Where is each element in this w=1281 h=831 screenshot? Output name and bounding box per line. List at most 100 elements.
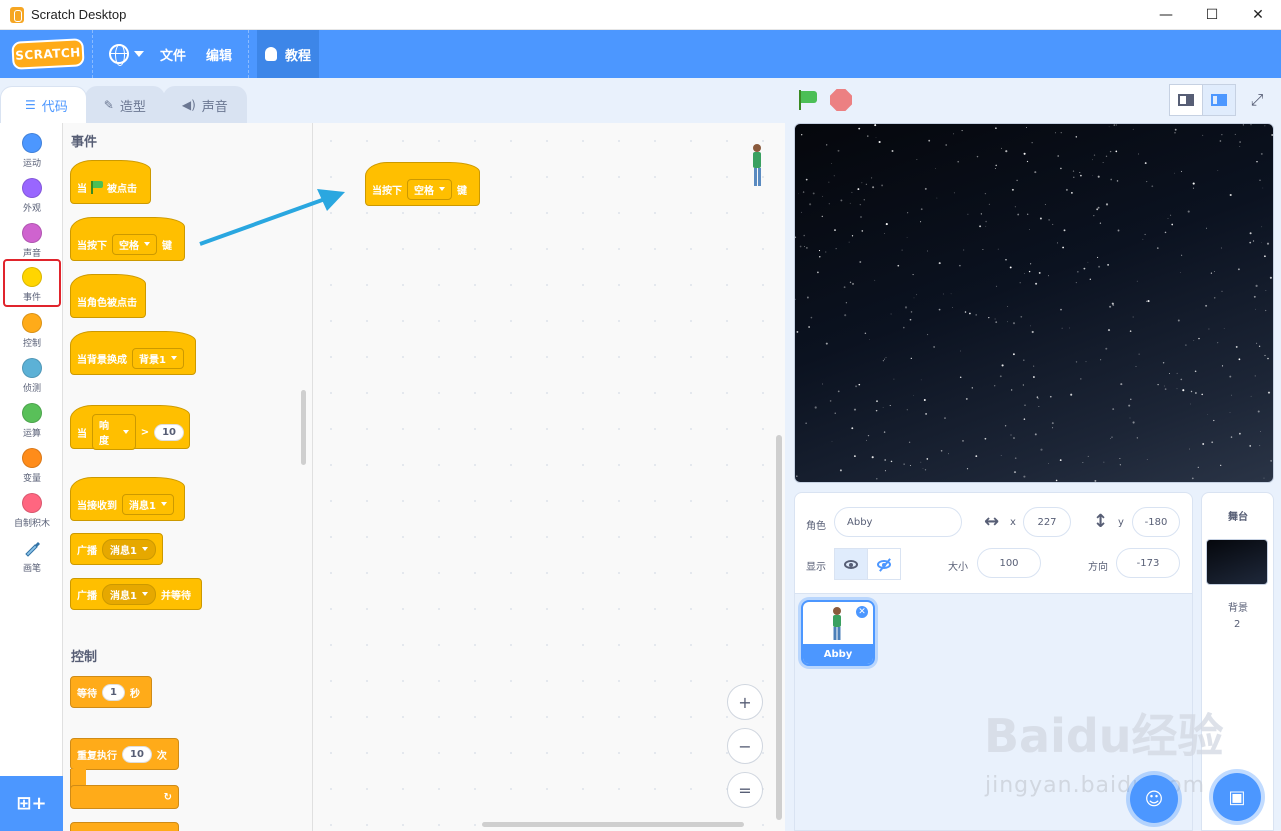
- broadcast-and-wait-block[interactable]: 广播 消息1 并等待: [70, 578, 202, 610]
- star: [1037, 398, 1039, 400]
- star: [849, 281, 852, 284]
- speaker-icon: ◀): [181, 98, 196, 112]
- script-area[interactable]: 当按下 空格 键: [313, 123, 785, 831]
- script-when-key-pressed-block[interactable]: 当按下 空格 键: [365, 162, 480, 206]
- stage-backdrop-thumbnail[interactable]: [1206, 539, 1268, 585]
- category-my-blocks[interactable]: 自制积木: [3, 487, 61, 531]
- show-sprite-toggle[interactable]: [834, 548, 868, 580]
- variables-dot-icon: [22, 448, 42, 468]
- category-pen[interactable]: 画笔: [3, 532, 61, 576]
- category-motion[interactable]: 运动: [3, 127, 61, 171]
- star: [874, 279, 876, 281]
- when-loudness-greater-block[interactable]: 当 响度 > 10: [70, 405, 190, 450]
- when-backdrop-switches-block[interactable]: 当背景换成 背景1: [70, 331, 196, 375]
- star: [995, 321, 998, 323]
- close-button[interactable]: ✕: [1235, 0, 1281, 30]
- script-horizontal-scrollbar[interactable]: [482, 822, 744, 827]
- script-key-dropdown[interactable]: 空格: [407, 178, 452, 200]
- star: [1192, 187, 1195, 189]
- zoom-out-button[interactable]: −: [727, 728, 763, 764]
- maximize-button[interactable]: ☐: [1189, 0, 1235, 30]
- category-events[interactable]: 事件: [3, 259, 61, 307]
- script-vertical-scrollbar[interactable]: [776, 435, 782, 820]
- wait-seconds-input[interactable]: 1: [102, 683, 125, 701]
- zoom-reset-button[interactable]: =: [727, 772, 763, 808]
- star: [906, 237, 908, 238]
- wait-block[interactable]: 等待 1 秒: [70, 676, 152, 708]
- category-sensing[interactable]: 侦测: [3, 352, 61, 396]
- choose-sprite-button[interactable]: ☺: [1130, 775, 1178, 823]
- y-position-input[interactable]: -180: [1132, 507, 1180, 537]
- fullscreen-button[interactable]: ⤢: [1240, 84, 1274, 116]
- broadcast-wait-message-dropdown[interactable]: 消息1: [102, 583, 156, 605]
- broadcast-message-dropdown[interactable]: 消息1: [102, 538, 156, 560]
- repeat-block[interactable]: 重复执行 10 次: [70, 738, 179, 770]
- delete-sprite-icon[interactable]: ✕: [855, 605, 869, 619]
- category-looks[interactable]: 外观: [3, 172, 61, 216]
- tab-sounds[interactable]: ◀) 声音: [162, 86, 247, 123]
- star: [1220, 247, 1222, 249]
- backdrop-dropdown[interactable]: 背景1: [132, 347, 184, 369]
- minimize-button[interactable]: —: [1143, 0, 1189, 30]
- repeat-block-footer: ↻: [70, 785, 179, 809]
- message-dropdown[interactable]: 消息1: [122, 493, 174, 515]
- star: [1176, 388, 1178, 390]
- star: [901, 249, 903, 251]
- small-stage-button[interactable]: [1169, 84, 1203, 116]
- tab-code[interactable]: ☰ 代码: [0, 86, 87, 123]
- category-operators[interactable]: 运算: [3, 397, 61, 441]
- tab-costumes[interactable]: ✎ 造型: [84, 86, 165, 123]
- star: [913, 297, 915, 299]
- palette-scrollbar[interactable]: [301, 390, 306, 465]
- category-label: 侦测: [22, 384, 41, 394]
- star: [1110, 178, 1113, 181]
- repeat-count-input[interactable]: 10: [122, 745, 152, 763]
- star: [1093, 214, 1095, 217]
- star: [875, 409, 878, 412]
- broadcast-block[interactable]: 广播 消息1: [70, 533, 163, 565]
- star: [1115, 124, 1117, 126]
- category-sound[interactable]: 声音: [3, 217, 61, 261]
- star: [828, 203, 830, 205]
- block-text: 秒: [129, 688, 140, 700]
- star: [806, 247, 808, 249]
- star: [1100, 359, 1102, 361]
- star: [1061, 327, 1063, 329]
- star: [1116, 180, 1119, 182]
- loudness-number-input[interactable]: 10: [154, 423, 184, 441]
- star: [985, 225, 987, 227]
- star: [1261, 226, 1263, 228]
- size-input[interactable]: 100: [977, 548, 1041, 578]
- when-flag-clicked-block[interactable]: 当 被点击: [70, 160, 151, 204]
- zoom-in-button[interactable]: +: [727, 684, 763, 720]
- forever-block-partial[interactable]: [70, 822, 179, 831]
- when-key-pressed-block[interactable]: 当按下 空格 键: [70, 217, 185, 261]
- star: [1048, 219, 1050, 221]
- hide-sprite-toggle[interactable]: [867, 548, 901, 580]
- category-label: 声音: [22, 249, 41, 259]
- star: [1144, 162, 1147, 165]
- add-extension-button[interactable]: ⊞+: [0, 776, 63, 831]
- when-i-receive-block[interactable]: 当接收到 消息1: [70, 477, 185, 521]
- stop-button[interactable]: [830, 89, 852, 111]
- loudness-dropdown[interactable]: 响度: [92, 414, 136, 450]
- edit-menu[interactable]: 编辑: [198, 30, 240, 78]
- sprite-name-input[interactable]: Abby: [834, 507, 962, 537]
- x-position-input[interactable]: 227: [1023, 507, 1071, 537]
- stage-canvas[interactable]: [794, 123, 1274, 483]
- large-stage-button[interactable]: [1202, 84, 1236, 116]
- category-variables[interactable]: 变量: [3, 442, 61, 486]
- choose-backdrop-button[interactable]: ▣: [1213, 773, 1261, 821]
- tutorials-menu[interactable]: 教程: [257, 30, 320, 78]
- when-sprite-clicked-block[interactable]: 当角色被点击: [70, 274, 146, 318]
- green-flag-button[interactable]: [797, 89, 821, 111]
- star: [884, 233, 885, 234]
- file-menu[interactable]: 文件: [152, 30, 194, 78]
- category-control[interactable]: 控制: [3, 307, 61, 351]
- key-dropdown[interactable]: 空格: [112, 233, 157, 255]
- scratch-logo[interactable]: SCRATCH: [11, 38, 85, 70]
- direction-input[interactable]: -173: [1116, 548, 1180, 578]
- loop-arrow-icon: ↻: [163, 791, 172, 803]
- language-menu[interactable]: [101, 30, 152, 78]
- star: [1019, 282, 1021, 284]
